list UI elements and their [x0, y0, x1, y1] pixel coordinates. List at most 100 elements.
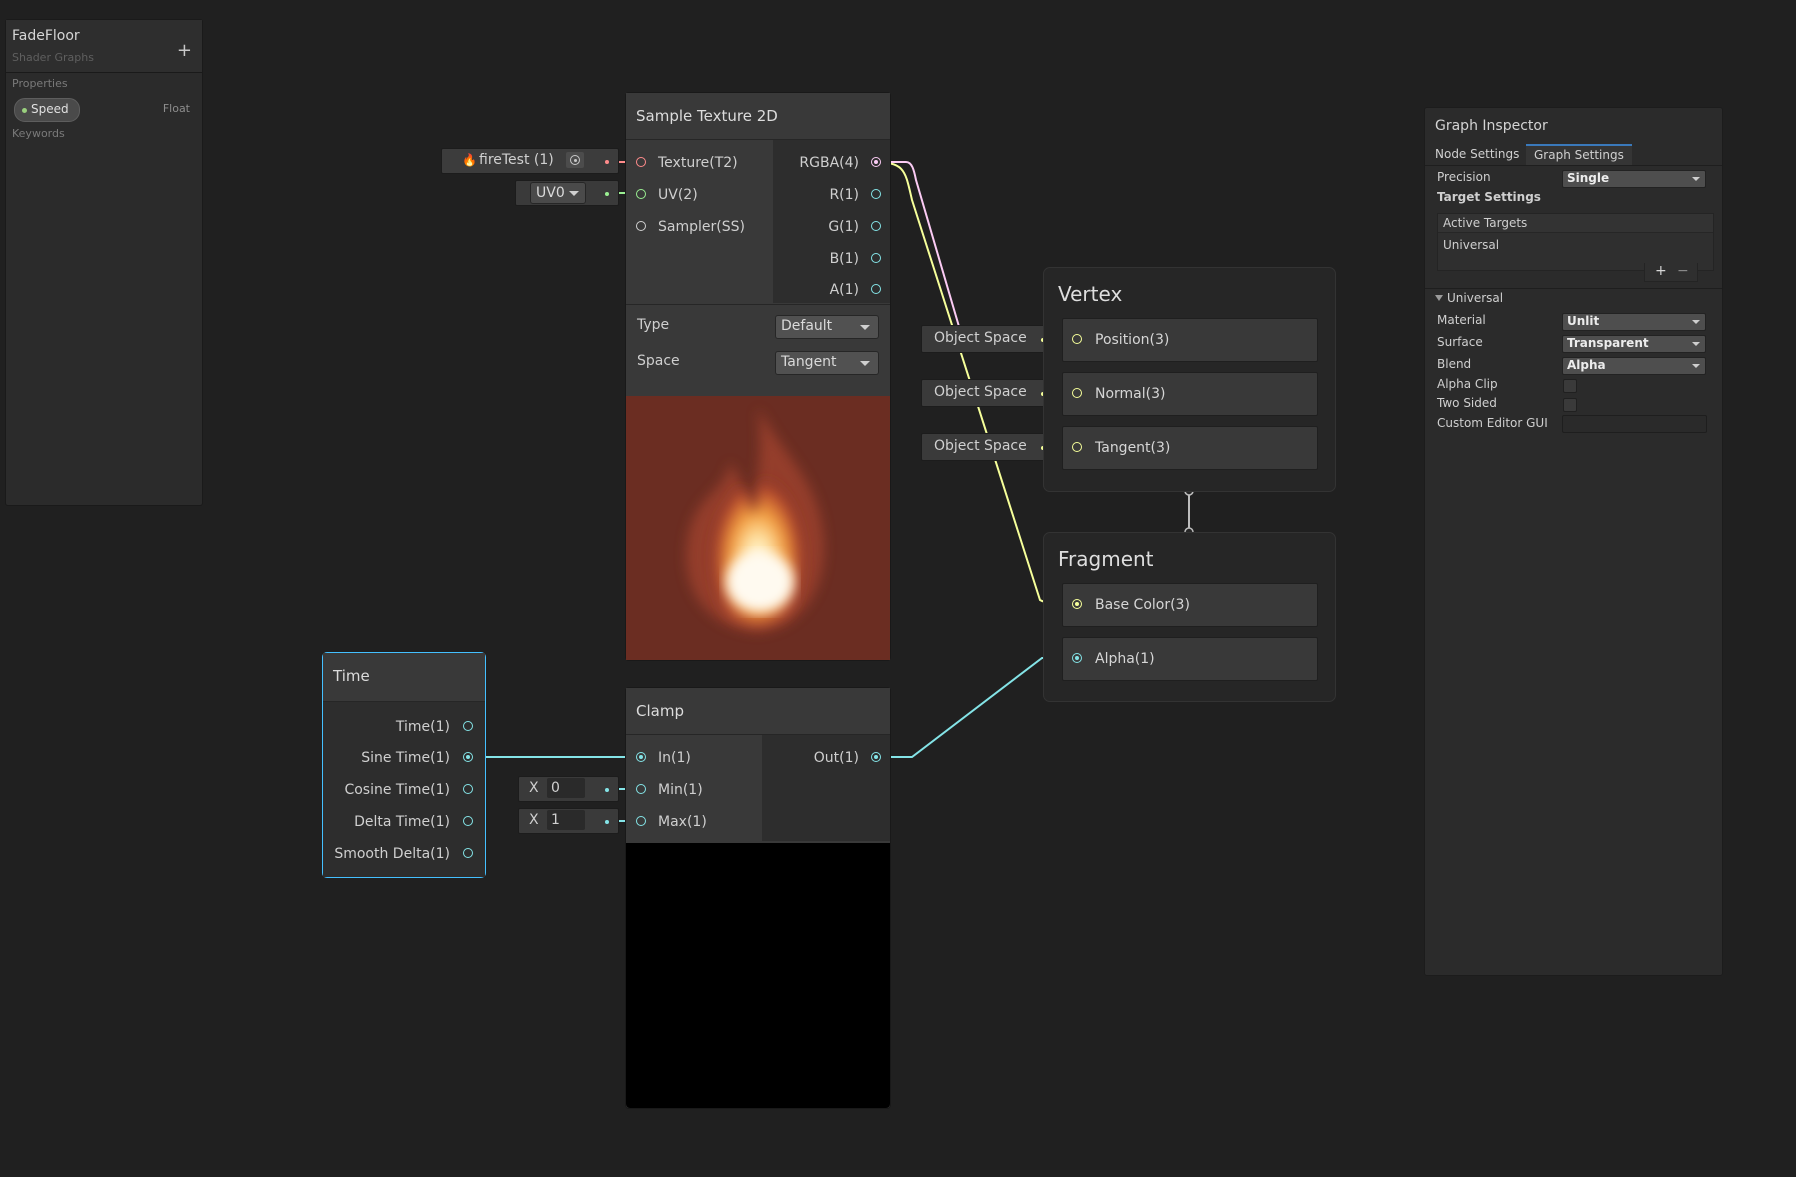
cosine-time-output-port[interactable] [463, 784, 473, 794]
blend-dropdown[interactable]: Alpha [1562, 357, 1706, 375]
normal-space-field[interactable]: Object Space [921, 379, 1054, 407]
texture-input-label: Texture(T2) [658, 155, 738, 171]
material-dropdown[interactable]: Unlit [1562, 313, 1706, 331]
sine-time-output-port[interactable] [463, 752, 473, 762]
uv-input-port[interactable] [636, 189, 646, 199]
node-title-bar[interactable]: Sample Texture 2D [626, 93, 890, 140]
blackboard-title: FadeFloor [12, 28, 80, 44]
uv-field[interactable]: UV0 [515, 180, 619, 206]
position-block[interactable]: Position(3) [1062, 318, 1318, 362]
max-value-input[interactable]: 1 [547, 810, 585, 830]
add-property-button[interactable]: + [177, 42, 192, 60]
max-axis-label: X [529, 812, 539, 828]
delta-time-output-port[interactable] [463, 816, 473, 826]
section-foldout-icon[interactable] [1435, 295, 1443, 301]
time-node[interactable]: Time Time(1) Sine Time(1) Cosine Time(1)… [322, 652, 486, 878]
section-divider [1425, 288, 1722, 289]
fragment-title: Fragment [1058, 547, 1154, 571]
chevron-down-icon [860, 325, 870, 330]
properties-section-label: Properties [12, 77, 68, 90]
min-field[interactable]: X 0 [518, 776, 619, 802]
active-target-item[interactable]: Universal [1443, 238, 1499, 252]
position-space-field[interactable]: Object Space [921, 325, 1054, 353]
space-label: Space [637, 353, 680, 369]
sample-texture-2d-node[interactable]: Sample Texture 2D Texture(T2) UV(2) Samp… [625, 92, 891, 661]
space-dropdown[interactable]: Tangent [775, 351, 879, 375]
chevron-down-icon [860, 361, 870, 366]
normal-block[interactable]: Normal(3) [1062, 372, 1318, 416]
node-title-bar[interactable]: Clamp [626, 688, 890, 735]
blend-label: Blend [1437, 357, 1472, 371]
max-field[interactable]: X 1 [518, 808, 619, 834]
clamp-node[interactable]: Clamp In(1) Min(1) Max(1) Out(1) [625, 687, 891, 1109]
r-output-port[interactable] [871, 189, 881, 199]
object-picker-icon[interactable] [566, 152, 584, 168]
blackboard-panel[interactable]: FadeFloor Shader Graphs + Properties Spe… [5, 19, 203, 506]
tab-node-settings[interactable]: Node Settings [1427, 144, 1527, 165]
add-target-button[interactable]: + [1655, 263, 1667, 279]
remove-target-button[interactable]: − [1677, 263, 1689, 279]
position-input-port[interactable] [1072, 334, 1082, 344]
type-dropdown[interactable]: Default [775, 315, 879, 339]
uv-input-label: UV(2) [658, 187, 698, 203]
blackboard-header: FadeFloor Shader Graphs + [6, 20, 202, 73]
texture-field-value: fireTest (1) [479, 152, 554, 168]
tab-graph-settings[interactable]: Graph Settings [1526, 144, 1632, 165]
custom-editor-label: Custom Editor GUI [1437, 416, 1548, 430]
base-color-block[interactable]: Base Color(3) [1062, 583, 1318, 627]
texture-field[interactable]: 🔥 fireTest (1) [441, 148, 619, 174]
tangent-space-field[interactable]: Object Space [921, 433, 1054, 461]
node-title-bar[interactable]: Time [323, 653, 485, 702]
surface-dropdown[interactable]: Transparent [1562, 335, 1706, 353]
g-output-port[interactable] [871, 221, 881, 231]
time-output-port[interactable] [463, 721, 473, 731]
node-title: Time [333, 667, 370, 685]
in-input-label: In(1) [658, 750, 691, 766]
chevron-down-icon [569, 191, 579, 196]
tangent-input-port[interactable] [1072, 442, 1082, 452]
clamp-preview [626, 843, 890, 1108]
material-label: Material [1437, 313, 1486, 327]
rgba-output-port[interactable] [871, 157, 881, 167]
out-output-label: Out(1) [813, 750, 859, 766]
two-sided-checkbox[interactable] [1563, 398, 1577, 412]
max-input-port[interactable] [636, 816, 646, 826]
normal-input-port[interactable] [1072, 388, 1082, 398]
min-value-input[interactable]: 0 [547, 778, 585, 798]
a-output-port[interactable] [871, 284, 881, 294]
base-color-input-port[interactable] [1072, 599, 1082, 609]
keywords-section-label: Keywords [12, 127, 65, 140]
vertex-context[interactable]: Vertex Position(3) Normal(3) Tangent(3) [1043, 267, 1336, 492]
out-output-port[interactable] [871, 752, 881, 762]
sampler-input-port[interactable] [636, 221, 646, 231]
graph-inspector-panel[interactable]: Graph Inspector Node Settings Graph Sett… [1424, 107, 1723, 976]
cosine-time-output-label: Cosine Time(1) [344, 782, 450, 798]
alpha-clip-checkbox[interactable] [1563, 379, 1577, 393]
fragment-context[interactable]: Fragment Base Color(3) Alpha(1) [1043, 532, 1336, 702]
texture-field-port-dot [605, 160, 609, 164]
node-title: Sample Texture 2D [636, 107, 778, 125]
inspector-tab-underline [1425, 165, 1722, 166]
min-input-port[interactable] [636, 784, 646, 794]
alpha-block[interactable]: Alpha(1) [1062, 637, 1318, 681]
property-type: Float [162, 102, 190, 115]
max-input-label: Max(1) [658, 814, 707, 830]
in-input-port[interactable] [636, 752, 646, 762]
list-buttons: + − [1644, 263, 1698, 282]
precision-dropdown[interactable]: Single [1562, 170, 1706, 188]
tangent-block[interactable]: Tangent(3) [1062, 426, 1318, 470]
property-name: Speed [31, 102, 69, 116]
texture-input-port[interactable] [636, 157, 646, 167]
alpha-input-port[interactable] [1072, 653, 1082, 663]
property-pill-speed[interactable]: Speed [14, 98, 80, 122]
b-output-port[interactable] [871, 253, 881, 263]
universal-section-label[interactable]: Universal [1447, 291, 1503, 305]
smooth-delta-output-port[interactable] [463, 848, 473, 858]
chevron-down-icon [1692, 320, 1700, 324]
node-title: Clamp [636, 702, 684, 720]
inspector-title: Graph Inspector [1435, 118, 1548, 134]
custom-editor-input[interactable] [1562, 415, 1707, 433]
node-settings-area: Type Default Space Tangent [626, 304, 890, 389]
alpha-clip-label: Alpha Clip [1437, 377, 1498, 391]
uv-channel-dropdown[interactable]: UV0 [530, 182, 586, 204]
